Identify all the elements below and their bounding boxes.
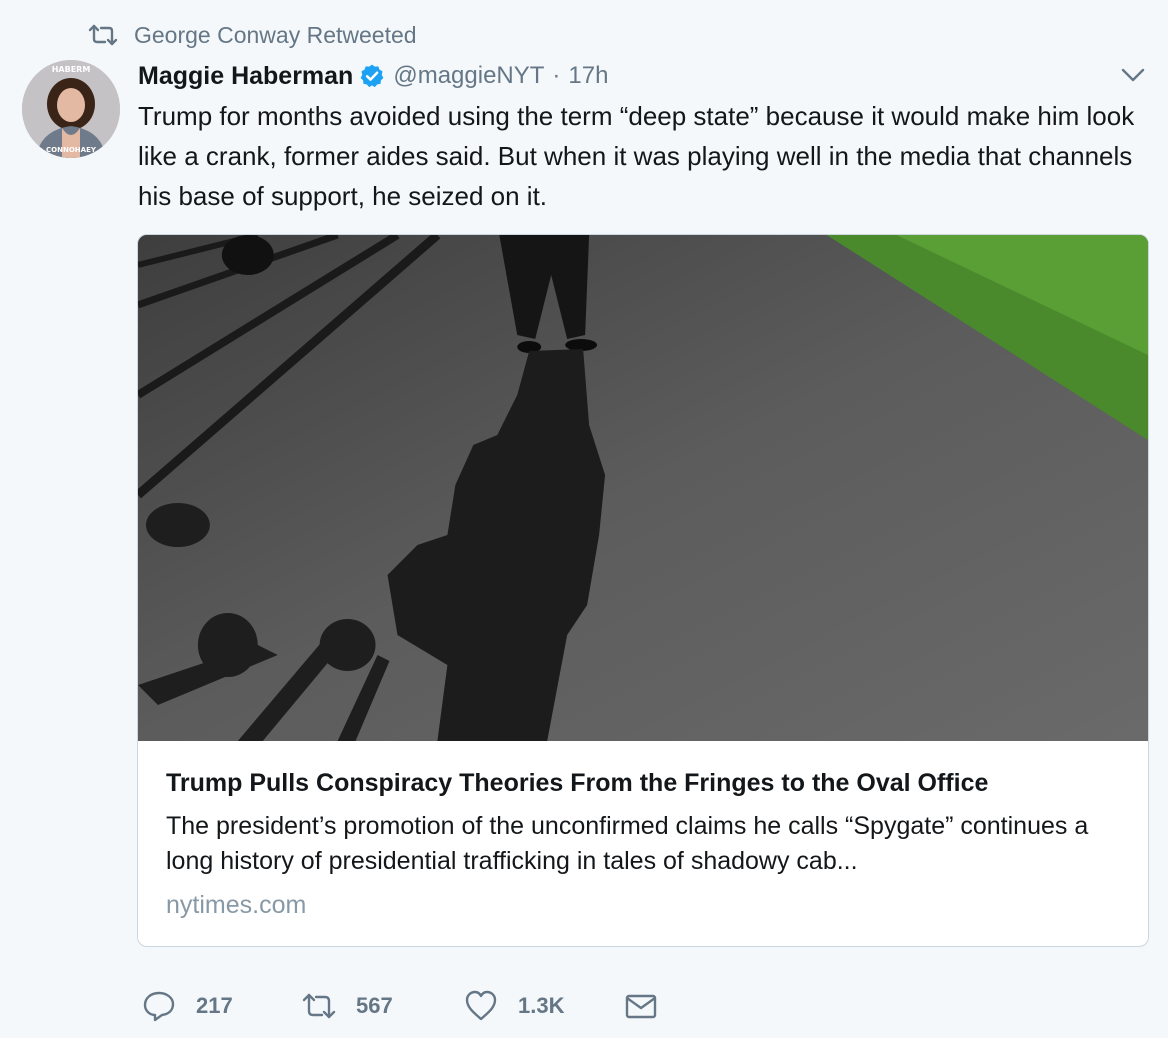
svg-text:CONNOHAEY: CONNOHAEY bbox=[46, 146, 97, 154]
direct-message-button[interactable] bbox=[624, 989, 658, 1023]
retweet-icon bbox=[88, 24, 118, 46]
verified-badge-icon bbox=[360, 64, 384, 88]
like-button[interactable]: 1.3K bbox=[464, 989, 624, 1023]
tweet-text: Trump for months avoided using the term … bbox=[138, 101, 1135, 211]
retweet-count: 567 bbox=[356, 993, 393, 1018]
separator-dot: · bbox=[552, 62, 561, 89]
reply-icon bbox=[143, 991, 175, 1022]
card-title: Trump Pulls Conspiracy Theories From the… bbox=[166, 769, 989, 797]
retweet-context-label: George Conway Retweeted bbox=[134, 21, 417, 48]
tweet-header: Maggie Haberman @maggieNYT · 17h bbox=[138, 58, 608, 94]
card-domain: nytimes.com bbox=[166, 891, 307, 919]
retweet-context: George Conway Retweeted bbox=[88, 20, 417, 50]
retweet-button[interactable]: 567 bbox=[302, 989, 464, 1023]
like-count: 1.3K bbox=[518, 993, 565, 1018]
link-card[interactable]: Trump Pulls Conspiracy Theories From the… bbox=[137, 234, 1149, 947]
card-image bbox=[138, 235, 1148, 741]
reply-button[interactable]: 217 bbox=[142, 989, 302, 1023]
card-description: The president’s promotion of the unconfi… bbox=[166, 812, 1089, 875]
chevron-down-icon[interactable] bbox=[1120, 66, 1146, 84]
tweet-actions: 217 567 1.3K bbox=[142, 987, 658, 1025]
author-handle[interactable]: @maggieNYT bbox=[393, 62, 544, 90]
card-body: Trump Pulls Conspiracy Theories From the… bbox=[138, 741, 1148, 920]
svg-text:HABERM: HABERM bbox=[52, 65, 91, 74]
author-name[interactable]: Maggie Haberman bbox=[138, 62, 353, 91]
retweet-icon bbox=[302, 993, 336, 1019]
avatar[interactable]: HABERM CONNOHAEY bbox=[22, 60, 120, 158]
heart-icon bbox=[465, 990, 497, 1021]
tweet[interactable]: George Conway Retweeted HABERM CONNOHAEY… bbox=[0, 0, 1168, 1038]
reply-count: 217 bbox=[196, 993, 233, 1018]
envelope-icon bbox=[625, 994, 657, 1019]
tweet-timestamp[interactable]: 17h bbox=[568, 62, 608, 90]
avatar-image: HABERM CONNOHAEY bbox=[22, 60, 120, 158]
